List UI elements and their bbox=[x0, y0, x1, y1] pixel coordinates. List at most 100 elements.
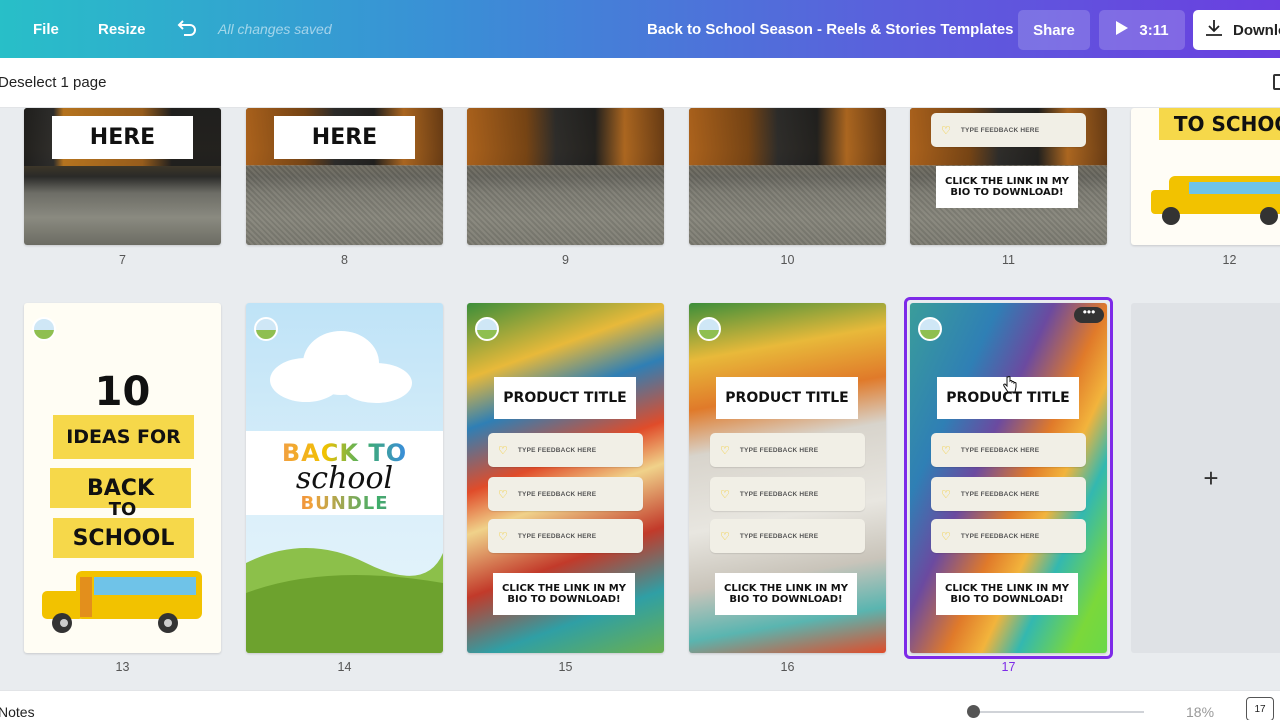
product-title: PRODUCT TITLE bbox=[494, 377, 636, 419]
download-icon bbox=[1205, 19, 1223, 41]
feedback-text: TYPE FEEDBACK HERE bbox=[960, 532, 1040, 540]
deselect-page-button[interactable]: Deselect 1 page bbox=[0, 74, 106, 91]
share-button[interactable]: Share bbox=[1018, 10, 1090, 50]
page-thumbnail-9[interactable] bbox=[467, 108, 664, 245]
heart-icon: ♡ bbox=[498, 488, 508, 501]
page-thumbnail-11[interactable]: ♡ TYPE FEEDBACK HERE CLICK THE LINK IN M… bbox=[910, 108, 1107, 245]
document-title[interactable]: Back to School Season - Reels & Stories … bbox=[647, 0, 1014, 58]
zoom-slider-knob[interactable] bbox=[967, 705, 980, 718]
page-thumbnail-15[interactable]: PRODUCT TITLE ♡ TYPE FEEDBACK HERE ♡ TYPE … bbox=[467, 303, 664, 653]
page-number: 16 bbox=[780, 660, 795, 674]
page-number: 14 bbox=[337, 660, 352, 674]
page-number: 11 bbox=[1002, 253, 1015, 267]
feedback-pill: ♡ TYPE FEEDBACK HERE bbox=[488, 519, 643, 553]
cta-text: CLICK THE LINK IN MY BIO TO DOWNLOAD! bbox=[936, 166, 1078, 208]
feedback-pill: ♡ TYPE FEEDBACK HERE bbox=[931, 519, 1086, 553]
file-menu-button[interactable]: File bbox=[33, 0, 59, 58]
heart-icon: ♡ bbox=[720, 488, 730, 501]
top-toolbar: File Resize All changes saved Back to Sc… bbox=[0, 0, 1280, 58]
heart-icon: ♡ bbox=[941, 124, 951, 137]
page-number-selected: 17 bbox=[1001, 660, 1016, 674]
page-number: 15 bbox=[558, 660, 573, 674]
page-grid: HERE 7 HERE 8 9 10 ♡ TYPE FEEDBACK HERE … bbox=[0, 108, 1280, 690]
feedback-text: TYPE FEEDBACK HERE bbox=[960, 446, 1040, 454]
heart-icon: ♡ bbox=[941, 530, 951, 543]
heart-icon: ♡ bbox=[720, 444, 730, 457]
page-thumbnail-10[interactable] bbox=[689, 108, 886, 245]
page-thumbnail-8[interactable]: HERE bbox=[246, 108, 443, 245]
feedback-text: TYPE FEEDBACK HERE bbox=[517, 446, 597, 454]
page-thumbnail-13[interactable]: 10 IDEAS FOR BACK TO SCHOOL bbox=[24, 303, 221, 653]
cta-text: CLICK THE LINK IN MY BIO TO DOWNLOAD! bbox=[936, 573, 1078, 615]
feedback-text: TYPE FEEDBACK HERE bbox=[960, 126, 1040, 134]
feedback-pill: ♡ TYPE FEEDBACK HERE bbox=[710, 477, 865, 511]
cta-text: CLICK THE LINK IN MY BIO TO DOWNLOAD! bbox=[715, 573, 857, 615]
feedback-pill: ♡ TYPE FEEDBACK HERE bbox=[710, 519, 865, 553]
page-heading: BUNDLE bbox=[246, 493, 443, 514]
save-status: All changes saved bbox=[218, 21, 332, 37]
school-bus-icon bbox=[1151, 176, 1280, 225]
page-thumbnail-12[interactable]: TO SCHOOL bbox=[1131, 108, 1280, 245]
resize-button[interactable]: Resize bbox=[98, 0, 146, 58]
school-bus-icon bbox=[42, 571, 202, 633]
grid-view-icon[interactable] bbox=[1273, 74, 1280, 90]
feedback-text: TYPE FEEDBACK HERE bbox=[739, 446, 819, 454]
page-label: HERE bbox=[52, 116, 193, 159]
page-thumbnail-7[interactable]: HERE bbox=[24, 108, 221, 245]
feedback-pill: ♡ TYPE FEEDBACK HERE bbox=[931, 477, 1086, 511]
page-number: 10 bbox=[780, 253, 795, 267]
present-time: 3:11 bbox=[1139, 21, 1169, 39]
zoom-slider-track[interactable] bbox=[974, 711, 1144, 713]
heart-icon: ♡ bbox=[941, 444, 951, 457]
feedback-text: TYPE FEEDBACK HERE bbox=[739, 532, 819, 540]
feedback-pill: ♡ TYPE FEEDBACK HERE bbox=[931, 113, 1086, 147]
page-heading-line: SCHOOL bbox=[53, 518, 194, 558]
feedback-pill: ♡ TYPE FEEDBACK HERE bbox=[710, 433, 865, 467]
cloud-icon bbox=[270, 331, 412, 403]
page-number: 13 bbox=[115, 660, 130, 674]
page-heading-line: IDEAS FOR bbox=[53, 415, 194, 459]
notes-button[interactable]: Notes bbox=[0, 704, 35, 720]
page-number: 7 bbox=[119, 253, 126, 267]
feedback-text: TYPE FEEDBACK HERE bbox=[739, 490, 819, 498]
page-label: HERE bbox=[274, 116, 415, 159]
more-options-icon[interactable]: ••• bbox=[1074, 306, 1104, 323]
bottom-bar: Notes 18% 17 bbox=[0, 690, 1280, 720]
hills-icon bbox=[246, 548, 443, 653]
selection-bar: Deselect 1 page bbox=[0, 58, 1280, 108]
feedback-text: TYPE FEEDBACK HERE bbox=[517, 532, 597, 540]
page-count-button[interactable]: 17 bbox=[1246, 697, 1274, 720]
hand-cursor-icon bbox=[1003, 376, 1017, 393]
feedback-text: TYPE FEEDBACK HERE bbox=[517, 490, 597, 498]
present-button[interactable]: 3:11 bbox=[1099, 10, 1185, 50]
page-thumbnail-17[interactable]: ••• PRODUCT TITLE ♡ TYPE FEEDBACK HERE ♡ T… bbox=[910, 303, 1107, 653]
heart-icon: ♡ bbox=[498, 444, 508, 457]
page-heading-line: TO bbox=[108, 499, 137, 520]
avatar bbox=[475, 317, 499, 341]
play-icon bbox=[1115, 20, 1129, 40]
feedback-text: TYPE FEEDBACK HERE bbox=[960, 490, 1040, 498]
product-title: PRODUCT TITLE bbox=[716, 377, 858, 419]
avatar bbox=[918, 317, 942, 341]
page-number: 8 bbox=[341, 253, 348, 267]
add-page-button[interactable]: + bbox=[1131, 303, 1280, 653]
page-number: 9 bbox=[562, 253, 569, 267]
page-heading-script: school bbox=[295, 461, 394, 496]
page-number: 12 bbox=[1222, 253, 1237, 267]
page-heading-number: 10 bbox=[94, 369, 151, 415]
heart-icon: ♡ bbox=[720, 530, 730, 543]
cta-text: CLICK THE LINK IN MY BIO TO DOWNLOAD! bbox=[493, 573, 635, 615]
avatar bbox=[697, 317, 721, 341]
heart-icon: ♡ bbox=[941, 488, 951, 501]
feedback-pill: ♡ TYPE FEEDBACK HERE bbox=[931, 433, 1086, 467]
download-label: Download bbox=[1233, 21, 1280, 39]
heart-icon: ♡ bbox=[498, 530, 508, 543]
undo-icon[interactable] bbox=[176, 0, 198, 58]
zoom-level[interactable]: 18% bbox=[1186, 704, 1214, 720]
feedback-pill: ♡ TYPE FEEDBACK HERE bbox=[488, 477, 643, 511]
download-button[interactable]: Download bbox=[1193, 10, 1280, 50]
page-thumbnail-16[interactable]: PRODUCT TITLE ♡ TYPE FEEDBACK HERE ♡ TYPE … bbox=[689, 303, 886, 653]
page-thumbnail-14[interactable]: BACK TO school BUNDLE bbox=[246, 303, 443, 653]
feedback-pill: ♡ TYPE FEEDBACK HERE bbox=[488, 433, 643, 467]
avatar bbox=[32, 317, 56, 341]
